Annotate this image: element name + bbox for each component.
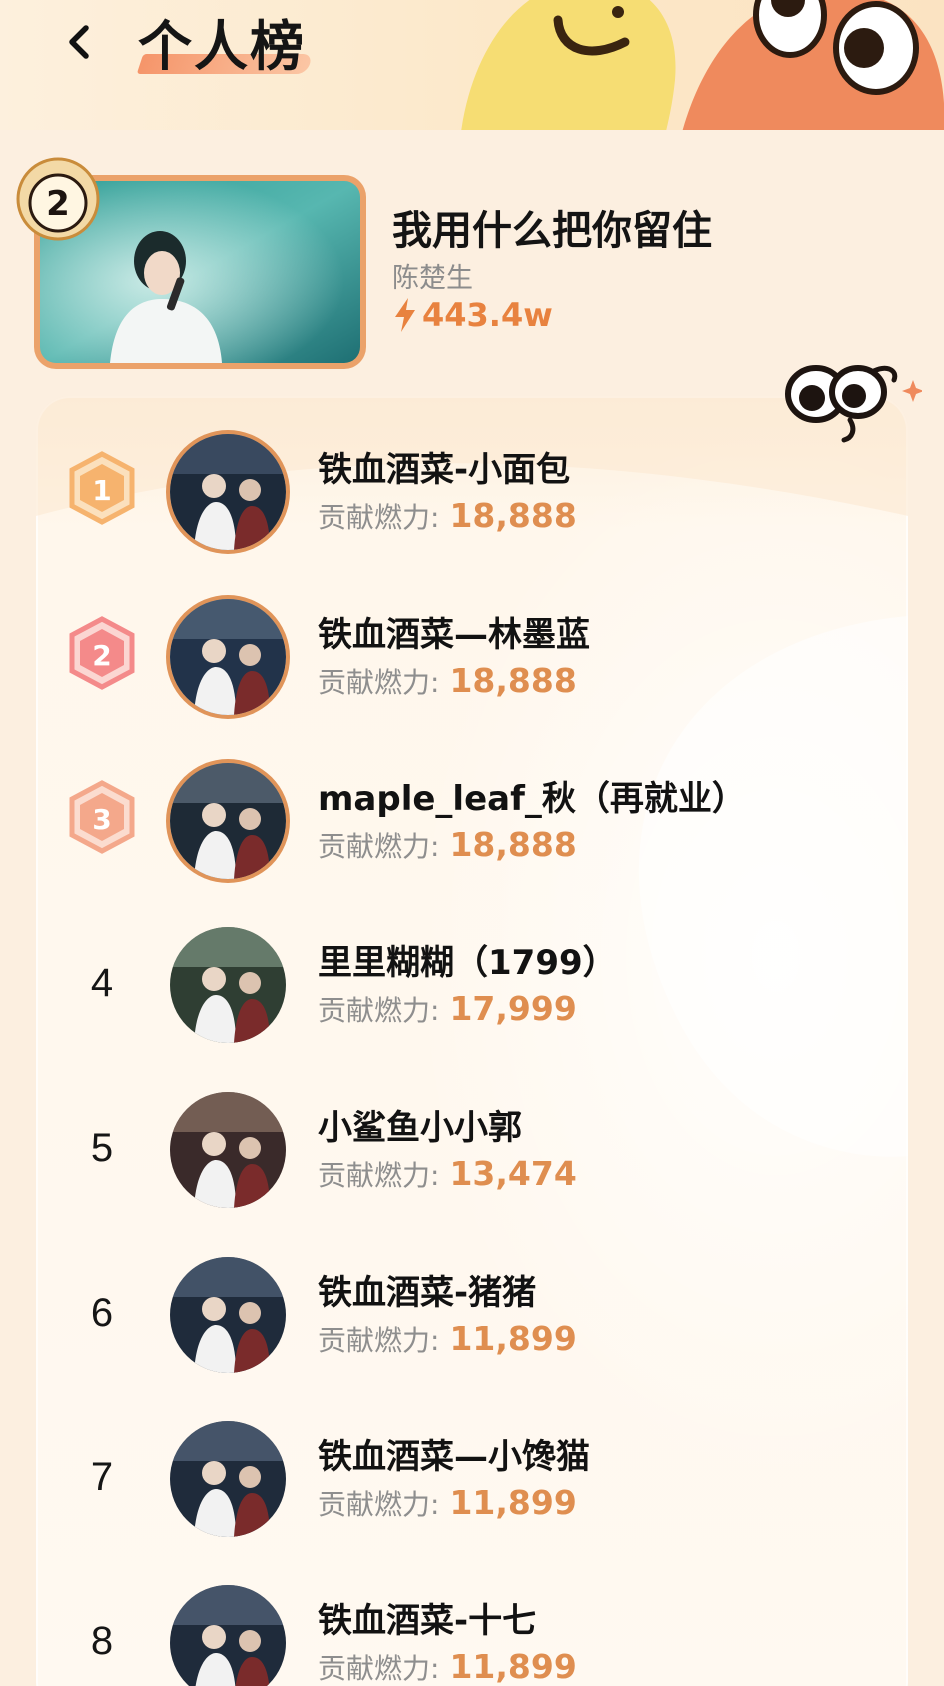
ranking-row[interactable]: 1 铁血酒菜-小面包贡献燃力: 18,888 [0,410,944,574]
user-name[interactable]: 铁血酒菜—小馋猫 [318,1429,590,1478]
rank-badge-icon: 3 [69,780,135,854]
medal-icon: 2 [16,157,100,241]
rank-number: 7 [90,1454,114,1499]
contribution: 贡献燃力: 17,999 [318,989,577,1029]
contribution-label: 贡献燃力: [318,1159,440,1192]
contribution: 贡献燃力: 11,899 [318,1319,577,1359]
rank-badge-number: 2 [92,639,111,672]
ranking-row[interactable]: 5 小鲨鱼小小郭贡献燃力: 13,474 [0,1068,944,1232]
rank-number: 8 [90,1618,114,1663]
ranking-row[interactable]: 3 maple_leaf_秋（再就业） 贡献燃力: 18,888 [0,739,944,903]
contribution: 贡献燃力: 11,899 [318,1483,577,1523]
song-heat: 443.4w [392,296,553,334]
bolt-icon [395,298,415,332]
rank-badge-number: 1 [92,474,111,507]
avatar[interactable] [170,434,286,550]
contribution-value: 17,999 [449,989,577,1028]
contribution-label: 贡献燃力: [318,994,440,1027]
ranking-row[interactable]: 7 铁血酒菜—小馋猫贡献燃力: 11,899 [0,1397,944,1561]
rank-badge-icon: 2 [69,616,135,690]
chevron-left-icon [69,25,89,59]
contribution-value: 18,888 [449,661,577,700]
contribution: 贡献燃力: 18,888 [318,825,577,865]
song-artist: 陈楚生 [392,263,473,294]
contribution-label: 贡献燃力: [318,1652,440,1685]
song-card[interactable]: 2 我用什么把你留住 陈楚生 443.4w [0,130,944,380]
user-name[interactable]: 铁血酒菜—林墨蓝 [318,607,590,656]
user-name[interactable]: 里里糊糊（1799） [318,935,617,984]
user-name[interactable]: 小鲨鱼小小郭 [318,1100,522,1149]
contribution: 贡献燃力: 18,888 [318,496,577,536]
contribution: 贡献燃力: 13,474 [318,1154,577,1194]
avatar[interactable] [170,927,286,1043]
ranking-row[interactable]: 6 铁血酒菜-猪猪贡献燃力: 11,899 [0,1233,944,1397]
ranking-row[interactable]: 8 铁血酒菜-十七贡献燃力: 11,899 [0,1561,944,1686]
contribution-value: 13,474 [449,1154,577,1193]
page-title-block: 个人榜 [136,2,316,82]
back-button[interactable] [52,14,108,70]
avatar[interactable] [170,763,286,879]
contribution-label: 贡献燃力: [318,1488,440,1521]
contribution: 贡献燃力: 11,899 [318,1647,577,1686]
page-title: 个人榜 [138,15,306,78]
contribution-label: 贡献燃力: [318,1324,440,1357]
rank-badge-icon: 1 [69,451,135,525]
rank-badge-number: 3 [92,803,111,836]
song-title: 我用什么把你留住 [392,208,712,254]
googly-eyes-blob-icon [682,0,944,130]
user-name[interactable]: 铁血酒菜-猪猪 [318,1265,536,1314]
ranking-row[interactable]: 4 里里糊糊（1799） 贡献燃力: 17,999 [0,903,944,1067]
avatar[interactable] [170,1092,286,1208]
contribution-label: 贡献燃力: [318,666,440,699]
smiley-blob-icon [461,0,676,130]
user-name[interactable]: 铁血酒菜-小面包 [318,442,570,491]
contribution-value: 11,899 [449,1319,577,1358]
contribution-label: 贡献燃力: [318,501,440,534]
contribution-value: 18,888 [449,825,577,864]
rank-number: 4 [90,960,114,1005]
contribution-value: 11,899 [449,1647,577,1686]
contribution-label: 贡献燃力: [318,830,440,863]
top-header: 个人榜 [0,0,944,130]
personal-ranking-page: 个人榜 2 我用什么把你留住 陈楚生 443.4w 1 铁血酒菜-小面包 贡献燃… [0,0,944,1686]
heat-value: 443.4w [422,296,553,334]
user-name[interactable]: maple_leaf_秋（再就业） [318,771,746,820]
user-name[interactable]: 铁血酒菜-十七 [318,1593,536,1642]
contribution: 贡献燃力: 18,888 [318,661,577,701]
medal-rank: 2 [46,184,70,224]
avatar[interactable] [170,1421,286,1537]
ranking-row[interactable]: 2 铁血酒菜—林墨蓝贡献燃力: 18,888 [0,575,944,739]
contribution-value: 11,899 [449,1483,577,1522]
contribution-value: 18,888 [449,496,577,535]
avatar[interactable] [170,1585,286,1686]
avatar[interactable] [170,1257,286,1373]
avatar[interactable] [170,599,286,715]
rank-number: 5 [90,1125,114,1170]
rank-number: 6 [90,1290,114,1335]
